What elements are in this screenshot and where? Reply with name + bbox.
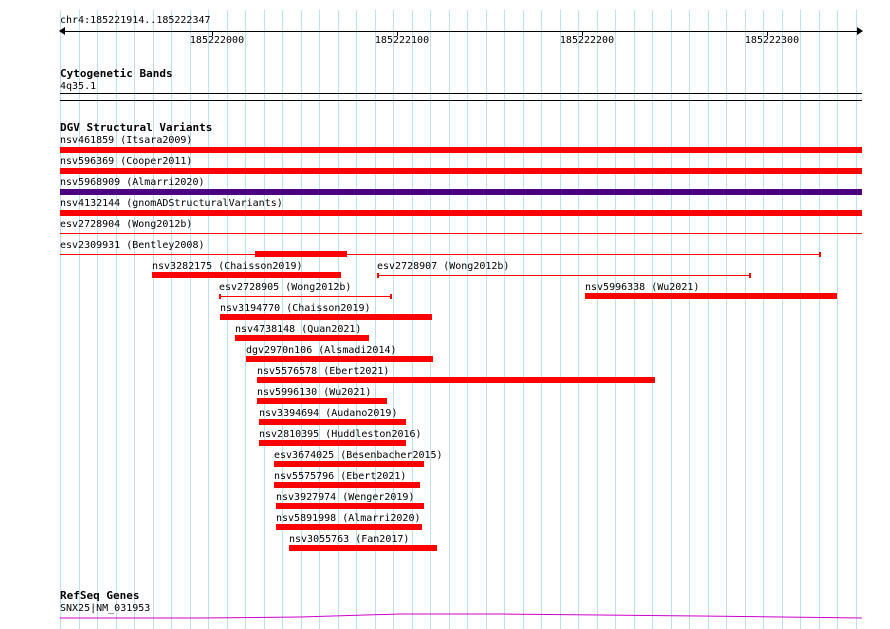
gene-feature-line[interactable]: [0, 0, 890, 629]
